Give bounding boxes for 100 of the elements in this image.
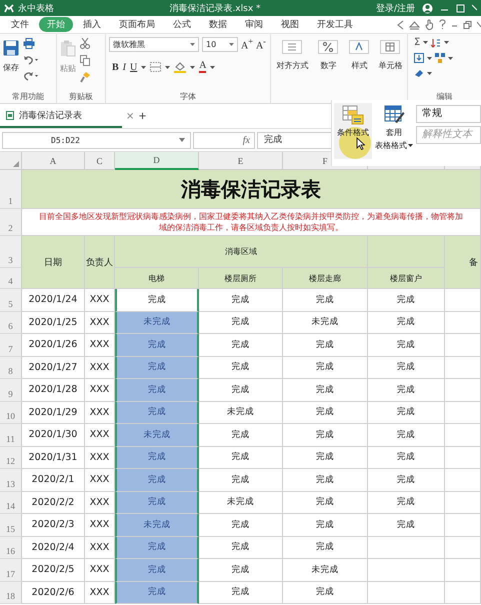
- row-number[interactable]: 4: [0, 268, 22, 289]
- print-icon[interactable]: [23, 38, 35, 49]
- menu-tab[interactable]: 数据: [201, 17, 235, 32]
- row-number[interactable]: 14: [0, 492, 22, 514]
- row-number[interactable]: 11: [0, 424, 22, 446]
- row-number[interactable]: 13: [0, 469, 22, 492]
- table-cell[interactable]: 未完成: [115, 312, 199, 334]
- row-number[interactable]: 9: [0, 379, 22, 402]
- table-cell: 完成: [368, 356, 445, 379]
- font-name-dropdown[interactable]: 微软雅黑: [109, 37, 199, 52]
- row-number[interactable]: 6: [0, 312, 22, 334]
- caret-icon[interactable]: [190, 66, 196, 68]
- row-number[interactable]: 12: [0, 446, 22, 469]
- save-button[interactable]: 保存: [3, 37, 19, 73]
- conditional-format-button[interactable]: 条件格式: [334, 103, 372, 159]
- caret-icon[interactable]: [427, 56, 432, 60]
- login-link[interactable]: 登录/注册: [376, 2, 415, 14]
- caret-icon[interactable]: [423, 41, 428, 44]
- table-cell: 完成: [368, 492, 445, 514]
- menu-tab[interactable]: 页面布局: [111, 17, 163, 32]
- column-header[interactable]: D: [115, 152, 199, 170]
- table-cell[interactable]: 完成: [115, 582, 199, 604]
- row-number[interactable]: 1: [0, 170, 22, 209]
- row-number[interactable]: 3: [0, 236, 22, 268]
- document-tab[interactable]: 消毒保洁记录表: [0, 104, 122, 128]
- cut-icon[interactable]: [80, 38, 90, 49]
- caret-icon[interactable]: [141, 66, 146, 68]
- table-cell[interactable]: 完成: [115, 334, 199, 356]
- new-tab-button[interactable]: +: [138, 110, 147, 122]
- row-number[interactable]: 15: [0, 514, 22, 536]
- table-cell[interactable]: 完成: [115, 469, 199, 492]
- underline-button[interactable]: U: [130, 62, 138, 72]
- autosum-button[interactable]: Σ: [414, 37, 420, 48]
- redo-icon[interactable]: [23, 71, 39, 81]
- table-format-button[interactable]: 套用 表格格式: [375, 103, 413, 166]
- menu-tab[interactable]: 开始: [39, 17, 73, 32]
- row-number[interactable]: 16: [0, 536, 22, 559]
- menu-tab[interactable]: 视图: [273, 17, 307, 32]
- bold-button[interactable]: B: [112, 62, 119, 72]
- shrink-font-button[interactable]: A$^{-}$: [256, 37, 266, 52]
- menu-tab[interactable]: 开发工具: [309, 17, 361, 32]
- restore-icon[interactable]: [463, 20, 472, 30]
- tab-close-button[interactable]: ×: [126, 110, 134, 122]
- caret-icon[interactable]: [210, 66, 216, 68]
- font-size-dropdown[interactable]: 10: [202, 37, 238, 52]
- number-format-dropdown[interactable]: 常规: [416, 105, 481, 123]
- collapse-icon[interactable]: [409, 20, 420, 30]
- font-color-button[interactable]: A: [199, 61, 206, 73]
- table-cell[interactable]: 完成: [115, 559, 199, 582]
- styles-button[interactable]: 样式: [346, 37, 373, 71]
- copy-icon[interactable]: [80, 55, 90, 66]
- table-cell[interactable]: 完成: [115, 492, 199, 514]
- table-cell[interactable]: 完成: [115, 379, 199, 402]
- caret-icon[interactable]: [427, 72, 432, 74]
- maximize-icon[interactable]: [456, 4, 465, 12]
- row-number[interactable]: 2: [0, 209, 22, 236]
- table-cell: [445, 559, 481, 582]
- row-number[interactable]: 5: [0, 289, 22, 312]
- name-box[interactable]: D5:D22: [2, 132, 191, 148]
- format-painter-icon[interactable]: [80, 72, 90, 83]
- alignment-button[interactable]: 对齐方式: [274, 37, 311, 71]
- fill-color-icon[interactable]: [174, 62, 186, 72]
- column-header[interactable]: C: [85, 152, 115, 170]
- table-cell[interactable]: 完成: [115, 356, 199, 379]
- caret-icon[interactable]: [165, 66, 170, 68]
- grow-font-button[interactable]: A$^{+}$: [241, 37, 253, 52]
- filter-icon[interactable]: [435, 53, 445, 63]
- border-icon[interactable]: [150, 62, 162, 72]
- caret-icon[interactable]: [448, 56, 453, 60]
- table-cell[interactable]: 未完成: [115, 514, 199, 536]
- menu-tab[interactable]: 审阅: [237, 17, 271, 32]
- column-header[interactable]: E: [199, 152, 283, 170]
- table-cell[interactable]: 完成: [115, 446, 199, 469]
- help-icon[interactable]: [439, 19, 446, 30]
- row-number[interactable]: 18: [0, 582, 22, 604]
- eraser-icon[interactable]: [414, 68, 424, 78]
- menu-tab[interactable]: 公式: [165, 17, 199, 32]
- row-number[interactable]: 10: [0, 402, 22, 424]
- user-icon[interactable]: [422, 2, 433, 14]
- row-number[interactable]: 17: [0, 559, 22, 582]
- hand-icon[interactable]: [425, 19, 434, 30]
- row-number[interactable]: 7: [0, 334, 22, 356]
- table-cell[interactable]: 完成: [115, 402, 199, 424]
- number-format-button[interactable]: 数字: [314, 37, 342, 71]
- menu-tab[interactable]: 插入: [75, 17, 109, 32]
- table-cell[interactable]: 未完成: [115, 424, 199, 446]
- caret-icon[interactable]: [444, 41, 450, 44]
- menu-tab[interactable]: 文件: [3, 17, 37, 32]
- row-number[interactable]: 8: [0, 356, 22, 379]
- paste-button[interactable]: 粘贴: [60, 37, 76, 74]
- table-cell[interactable]: 完成: [115, 536, 199, 559]
- function-box[interactable]: fx: [193, 132, 255, 148]
- undo-icon[interactable]: [23, 55, 39, 65]
- column-header[interactable]: A: [22, 152, 85, 170]
- cells-button[interactable]: 单元格: [376, 37, 404, 71]
- italic-button[interactable]: I: [122, 62, 126, 72]
- back-icon[interactable]: [397, 20, 404, 30]
- fill-down-icon[interactable]: [414, 53, 424, 63]
- table-cell: 完成: [368, 312, 445, 334]
- sort-icon[interactable]: [431, 38, 442, 48]
